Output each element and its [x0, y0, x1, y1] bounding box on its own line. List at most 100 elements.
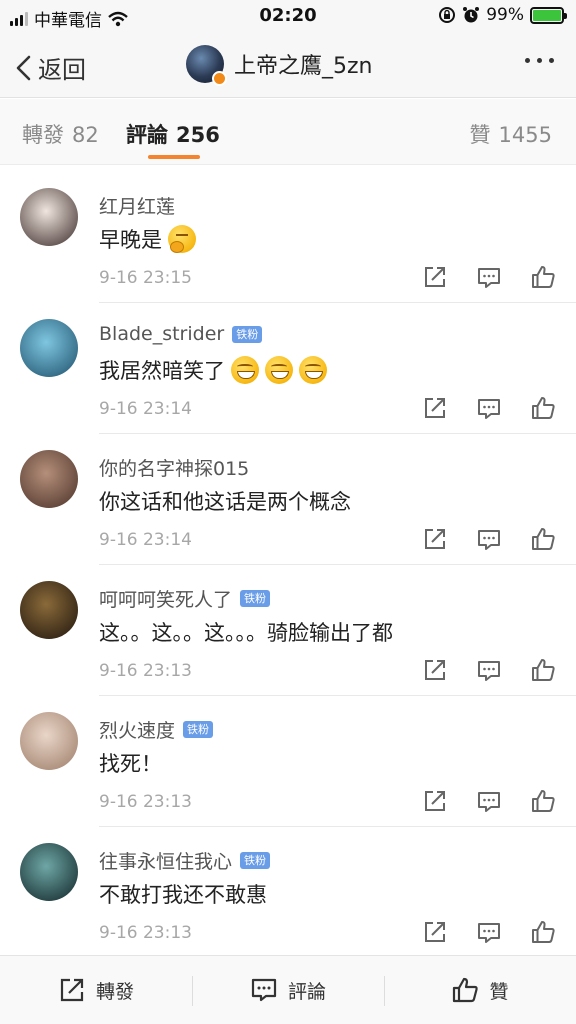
- share-icon[interactable]: [422, 264, 448, 290]
- comment-actions: [422, 264, 556, 290]
- status-bar: 中華電信 02:20 99%: [0, 0, 576, 32]
- comment-text: 这。。这。。这。。。骑脸输出了都: [99, 617, 393, 647]
- reply-icon[interactable]: [476, 264, 502, 290]
- comment-item[interactable]: 你的名字神探015 你这话和他这话是两个概念 9-16 23:14: [0, 434, 576, 565]
- comment-actions: [422, 657, 556, 683]
- comment-text-content: 这。。这。。这。。。骑脸输出了都: [99, 621, 393, 645]
- comment-timestamp: 9-16 23:13: [99, 923, 192, 943]
- comment-name-row: Blade_strider 铁粉: [99, 323, 263, 345]
- grin-emoji-icon: [265, 356, 293, 384]
- comment-text: 找死！: [99, 748, 162, 778]
- comment-name-row: 呵呵呵笑死人了 铁粉: [99, 585, 271, 612]
- comment-text: 你这话和他这话是两个概念: [99, 486, 351, 516]
- tab-comments[interactable]: 評論 256: [126, 119, 220, 149]
- comment-text-content: 不敢打我还不敢惠: [99, 883, 267, 907]
- verified-badge-icon: [212, 71, 227, 86]
- repost-button[interactable]: 轉發: [0, 956, 192, 1024]
- comment-text-content: 我居然暗笑了: [99, 359, 225, 383]
- reply-icon[interactable]: [476, 657, 502, 683]
- comment-item[interactable]: 烈火速度 铁粉 找死！ 9-16 23:13: [0, 696, 576, 827]
- tab-likes[interactable]: 贊 1455: [470, 119, 552, 149]
- comment-avatar[interactable]: [20, 319, 78, 377]
- tab-bar: 轉發 82 評論 256 贊 1455: [0, 99, 576, 165]
- comment-name-row: 烈火速度 铁粉: [99, 716, 214, 743]
- comment-button[interactable]: 評論: [192, 956, 384, 1024]
- comment-item[interactable]: Blade_strider 铁粉 我居然暗笑了 9-16 23:14: [0, 303, 576, 434]
- comment-avatar[interactable]: [20, 712, 78, 770]
- comment-author[interactable]: 红月红莲: [99, 192, 175, 219]
- author-avatar[interactable]: [186, 45, 227, 86]
- comment-actions: [422, 919, 556, 945]
- like-icon[interactable]: [530, 526, 556, 552]
- comment-author[interactable]: 烈火速度: [99, 716, 175, 743]
- bottom-toolbar: 轉發 評論 贊: [0, 955, 576, 1024]
- fan-badge: 铁粉: [240, 852, 271, 869]
- reply-icon[interactable]: [476, 919, 502, 945]
- comment-name-row: 红月红莲: [99, 192, 175, 219]
- reply-icon[interactable]: [476, 788, 502, 814]
- back-button[interactable]: 返回: [14, 50, 86, 85]
- nav-bar: 返回 上帝之鷹_5zn: [0, 32, 576, 98]
- comment-icon: [251, 978, 277, 1002]
- comment-avatar[interactable]: [20, 843, 78, 901]
- like-label: 贊: [489, 980, 509, 1003]
- comment-text-content: 你这话和他这话是两个概念: [99, 490, 351, 514]
- share-icon[interactable]: [422, 526, 448, 552]
- battery-icon: [530, 6, 567, 24]
- comment-author[interactable]: 你的名字神探015: [99, 454, 249, 481]
- comment-text-content: 找死！: [99, 752, 162, 776]
- comment-item[interactable]: 红月红莲 早晚是 9-16 23:15: [0, 172, 576, 303]
- fan-badge: 铁粉: [183, 721, 214, 738]
- comment-avatar[interactable]: [20, 450, 78, 508]
- share-icon[interactable]: [422, 788, 448, 814]
- comment-avatar[interactable]: [20, 188, 78, 246]
- comment-list: 红月红莲 早晚是 9-16 23:15 Blade_strider 铁粉 我居然暗笑了 9-…: [0, 172, 576, 958]
- share-icon[interactable]: [422, 919, 448, 945]
- comment-text-content: 早晚是: [99, 228, 162, 252]
- share-icon[interactable]: [422, 395, 448, 421]
- repost-icon: [60, 978, 84, 1002]
- page-title: 上帝之鷹_5zn: [234, 54, 373, 79]
- comment-avatar[interactable]: [20, 581, 78, 639]
- comment-text: 不敢打我还不敢惠: [99, 879, 267, 909]
- comment-author[interactable]: Blade_strider: [99, 323, 224, 345]
- comment-timestamp: 9-16 23:14: [99, 530, 192, 550]
- grin-emoji-icon: [299, 356, 327, 384]
- grin-emoji-icon: [231, 356, 259, 384]
- chevron-left-icon: [16, 55, 31, 80]
- comment-author[interactable]: 呵呵呵笑死人了: [99, 585, 232, 612]
- tab-comments-count: 256: [176, 123, 220, 147]
- thumbs-up-icon: [453, 977, 479, 1003]
- thinking-emoji-icon: [168, 225, 196, 253]
- comment-timestamp: 9-16 23:14: [99, 399, 192, 419]
- comment-item[interactable]: 往事永恒住我心 铁粉 不敢打我还不敢惠 9-16 23:13: [0, 827, 576, 958]
- tab-repost-label: 轉發: [22, 123, 64, 147]
- comment-text: 我居然暗笑了: [99, 355, 327, 385]
- like-button[interactable]: 贊: [384, 956, 576, 1024]
- comment-text: 早晚是: [99, 224, 196, 254]
- comment-author[interactable]: 往事永恒住我心: [99, 847, 232, 874]
- comment-timestamp: 9-16 23:13: [99, 661, 192, 681]
- tab-repost-count: 82: [72, 123, 99, 147]
- like-icon[interactable]: [530, 788, 556, 814]
- like-icon[interactable]: [530, 264, 556, 290]
- reply-icon[interactable]: [476, 395, 502, 421]
- reply-icon[interactable]: [476, 526, 502, 552]
- tab-comments-label: 評論: [126, 123, 168, 147]
- like-icon[interactable]: [530, 657, 556, 683]
- more-menu-icon[interactable]: [525, 58, 554, 63]
- comment-name-row: 往事永恒住我心 铁粉: [99, 847, 271, 874]
- like-icon[interactable]: [530, 395, 556, 421]
- comment-actions: [422, 788, 556, 814]
- tab-likes-count: 1455: [498, 123, 552, 147]
- nav-center[interactable]: 上帝之鷹_5zn: [186, 45, 373, 86]
- alarm-icon: [463, 7, 480, 23]
- share-icon[interactable]: [422, 657, 448, 683]
- comment-timestamp: 9-16 23:13: [99, 792, 192, 812]
- battery-percent: 99%: [486, 5, 524, 25]
- tab-repost[interactable]: 轉發 82: [22, 119, 99, 149]
- fan-badge: 铁粉: [240, 590, 271, 607]
- comment-name-row: 你的名字神探015: [99, 454, 249, 481]
- comment-item[interactable]: 呵呵呵笑死人了 铁粉这。。这。。这。。。骑脸输出了都 9-16 23:13: [0, 565, 576, 696]
- like-icon[interactable]: [530, 919, 556, 945]
